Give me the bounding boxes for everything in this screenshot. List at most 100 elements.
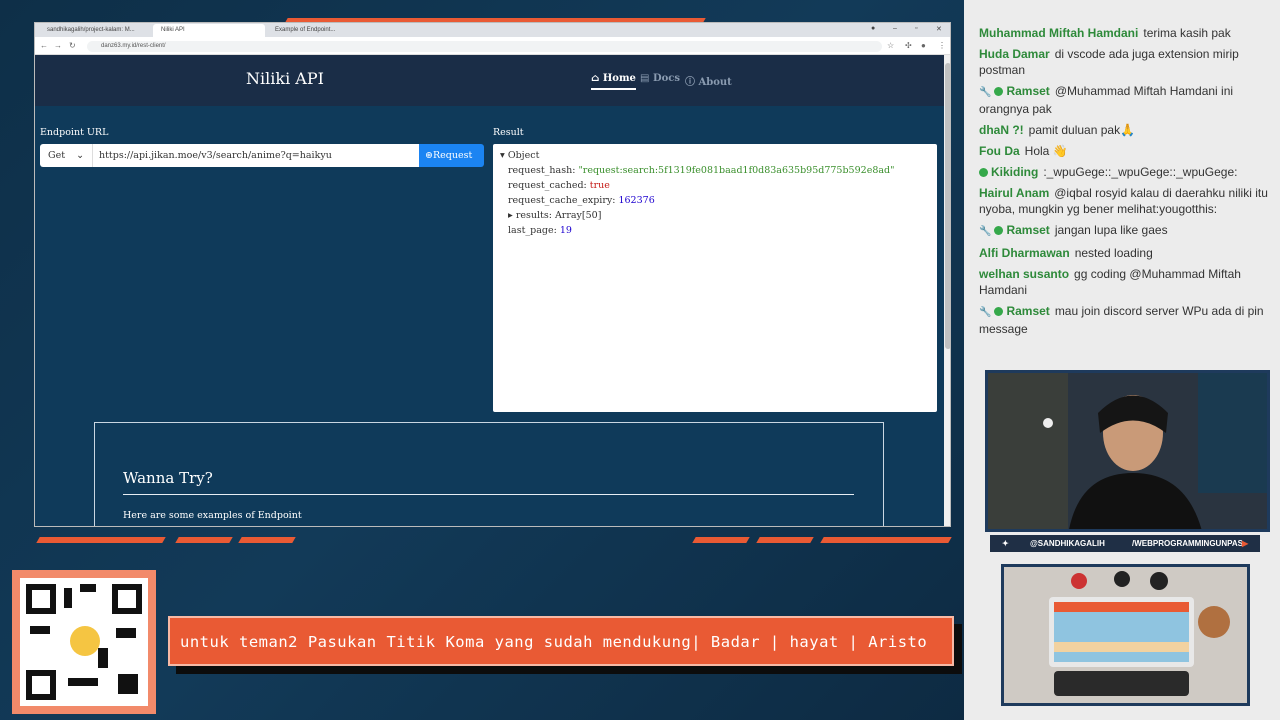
chat-text: :_wpuGege::_wpuGege::_wpuGege: <box>1043 165 1238 179</box>
send-icon: ⊛ <box>425 150 433 161</box>
wrench-icon: 🔧 <box>979 226 992 237</box>
reload-icon[interactable]: ↻ <box>69 41 76 50</box>
chat-message: 🔧 Ramset jangan lupa like gaes <box>979 222 1274 240</box>
ticker-banner: untuk teman2 Pasukan Titik Koma yang sud… <box>168 616 954 666</box>
chat-username[interactable]: Ramset <box>1006 304 1049 318</box>
endpoint-input[interactable]: https://api.jikan.moe/v3/search/anime?q=… <box>92 144 419 167</box>
wrench-icon: 🔧 <box>979 87 992 98</box>
accent-bar <box>36 537 166 543</box>
tab-github[interactable]: sandhikagalih/project-kalam: M... <box>39 24 151 37</box>
profile-icon[interactable]: ● <box>871 25 875 32</box>
chat-username[interactable]: Hairul Anam <box>979 186 1049 200</box>
ticker-text: untuk teman2 Pasukan Titik Koma yang sud… <box>180 633 928 651</box>
chat-message: Muhammad Miftah Hamdani terima kasih pak <box>979 25 1274 41</box>
result-panel[interactable]: ▾ Object request_hash: "request:search:5… <box>493 144 937 412</box>
chat-username[interactable]: Huda Damar <box>979 47 1050 61</box>
tab-third[interactable]: Example of Endpoint... <box>267 24 379 37</box>
nav-about[interactable]: ⓘ About <box>685 73 732 88</box>
webcam-image <box>988 373 1267 529</box>
chat-message: Huda Damar di vscode ada juga extension m… <box>979 46 1274 78</box>
brand-title[interactable]: Niliki API <box>225 69 345 88</box>
avatar[interactable]: ● <box>921 41 926 50</box>
chat-username[interactable]: Alfi Dharmawan <box>979 246 1070 260</box>
expand-icon: ▾ <box>500 150 505 161</box>
webcam-feed <box>985 370 1270 532</box>
accent-bar <box>692 537 750 543</box>
forward-icon[interactable]: → <box>54 41 62 50</box>
chat-message: Hairul Anam @iqbal rosyid kalau di daerah… <box>979 185 1274 217</box>
request-button[interactable]: ⊛Request <box>419 144 484 167</box>
member-badge-icon <box>994 226 1004 235</box>
tab-niliki-api[interactable]: Niliki API <box>153 24 265 37</box>
twitter-icon: ✦ <box>1002 539 1009 548</box>
navbar: Niliki API ⌂ Home ▤ Docs ⓘ About <box>35 55 944 106</box>
chat-username[interactable]: Kikiding <box>991 165 1038 179</box>
chat-username[interactable]: welhan susanto <box>979 267 1069 281</box>
extensions-icon[interactable]: ✣ <box>905 41 912 50</box>
nav-docs[interactable]: ▤ Docs <box>640 73 680 84</box>
chat-message: 🔧 Ramset @Muhammad Miftah Hamdani ini oran… <box>979 83 1274 117</box>
chat-message: dhaN ?! pamit duluan pak🙏 <box>979 122 1274 138</box>
method-select[interactable]: Get ⌄ <box>40 144 92 167</box>
chat-username[interactable]: Ramset <box>1006 84 1049 98</box>
examples-section: Wanna Try? Here are some examples of End… <box>94 422 884 526</box>
examples-subtitle: Here are some examples of Endpoint <box>123 510 302 521</box>
star-icon[interactable]: ☆ <box>887 41 894 50</box>
url-input[interactable]: danz63.my.id/rest-client/ <box>87 41 882 52</box>
handle-right: /WEBPROGRAMMINGUNPAS <box>1132 539 1243 548</box>
live-chat: Muhammad Miftah Hamdani terima kasih pak H… <box>979 25 1274 342</box>
chat-text: Hola 👋 <box>1024 144 1068 158</box>
chat-text: nested loading <box>1074 246 1153 260</box>
chevron-down-icon: ⌄ <box>76 150 85 161</box>
niliki-app: Niliki API ⌂ Home ▤ Docs ⓘ About Endpoin… <box>35 55 944 526</box>
result-row-results[interactable]: ▸ results: Array[50] <box>500 210 930 225</box>
chat-text: pamit duluan pak🙏 <box>1028 123 1136 137</box>
close-icon[interactable]: ✕ <box>936 25 942 33</box>
chat-message: Fou Da Hola 👋 <box>979 143 1274 159</box>
divider <box>123 494 854 495</box>
chat-message: Kikiding :_wpuGege::_wpuGege::_wpuGege: <box>979 164 1274 180</box>
chat-username[interactable]: dhaN ?! <box>979 123 1024 137</box>
chat-message: 🔧 Ramset mau join discord server WPu ada d… <box>979 303 1274 337</box>
maximize-icon[interactable]: ▫ <box>915 25 917 32</box>
chat-message: welhan susanto gg coding @Muhammad Miftah… <box>979 266 1274 298</box>
address-bar: ← → ↻ danz63.my.id/rest-client/ ☆ ✣ ● ⋮ <box>35 37 950 55</box>
accent-bar <box>238 537 296 543</box>
youtube-icon: ▶ <box>1242 539 1249 548</box>
accent-bar <box>820 537 952 543</box>
result-row: request_cached: true <box>508 180 610 191</box>
chat-text: terima kasih pak <box>1143 26 1231 40</box>
endpoint-label: Endpoint URL <box>40 127 109 138</box>
keyboard-cam <box>1001 564 1250 706</box>
info-icon: ⓘ <box>685 77 695 88</box>
handle-left: @SANDHIKAGALIH <box>1030 539 1105 548</box>
chat-username[interactable]: Fou Da <box>979 144 1020 158</box>
scrollbar-thumb[interactable] <box>945 63 950 349</box>
browser-window: sandhikagalih/project-kalam: M... Niliki… <box>34 22 951 527</box>
collapsed-icon: ▸ <box>508 210 513 221</box>
member-badge-icon <box>994 307 1004 316</box>
result-label: Result <box>493 127 524 138</box>
result-root[interactable]: ▾ Object <box>500 150 930 165</box>
member-badge-icon <box>979 168 988 177</box>
result-row: request_cache_expiry: 162376 <box>508 195 655 206</box>
accent-bar <box>175 537 233 543</box>
chat-text: jangan lupa like gaes <box>1054 223 1168 237</box>
minimize-icon[interactable]: – <box>893 25 897 32</box>
back-icon[interactable]: ← <box>40 41 48 50</box>
menu-icon[interactable]: ⋮ <box>938 41 946 50</box>
member-badge-icon <box>994 87 1004 96</box>
chat-username[interactable]: Ramset <box>1006 223 1049 237</box>
examples-title: Wanna Try? <box>123 469 213 487</box>
qr-code <box>12 570 156 714</box>
nav-home[interactable]: ⌂ Home <box>591 73 636 90</box>
docs-icon: ▤ <box>640 73 650 84</box>
tab-strip: sandhikagalih/project-kalam: M... Niliki… <box>35 23 950 37</box>
keyboard-image <box>1004 567 1247 703</box>
chat-username[interactable]: Muhammad Miftah Hamdani <box>979 26 1138 40</box>
result-row: last_page: 19 <box>508 225 572 236</box>
accent-bar <box>756 537 814 543</box>
chat-message: Alfi Dharmawan nested loading <box>979 245 1274 261</box>
wrench-icon: 🔧 <box>979 307 992 318</box>
social-handles: ✦ @SANDHIKAGALIH /WEBPROGRAMMINGUNPAS ▶ <box>990 535 1260 552</box>
